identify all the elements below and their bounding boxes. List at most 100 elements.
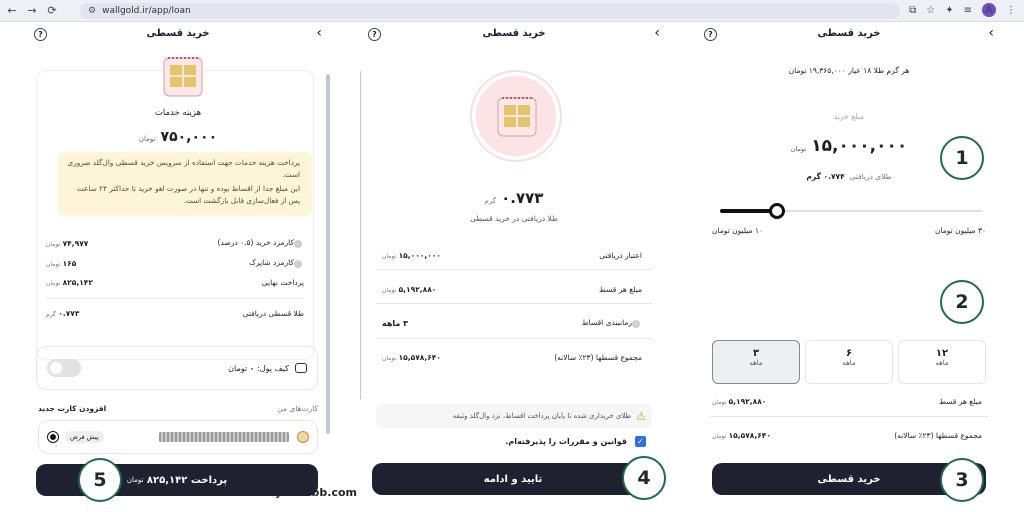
chevron-right-icon[interactable]: ‹ [316,25,322,41]
browser-toolbar: ← → ⟳ ⚙ wallgold.ir/app/loan ⧉ ☆ ✦ ≡ A ⋮ [0,0,1024,22]
add-card-link[interactable]: افزودن کارت جدید [38,404,106,413]
summary-row-value: ۳ ماهه [382,318,409,328]
confirm-button[interactable]: تایید و ادامه [372,463,654,495]
card-radio[interactable] [47,431,59,443]
chevron-right-icon[interactable]: ‹ [654,25,660,41]
warning-icon: ⚠ [636,409,646,423]
step-marker-5: 5 [78,458,122,502]
divider [376,338,652,339]
page-title: خرید قسطی [817,28,881,39]
fee-row-unit: تومان [46,260,61,268]
screen-header: ? خرید قسطی ‹ [360,25,668,48]
scrollbar[interactable] [360,70,361,400]
page-title: خرید قسطی [482,28,546,39]
divider [46,298,304,299]
install-icon[interactable]: ⧉ [909,5,916,16]
profile-avatar[interactable]: A [982,3,996,17]
summary-row-label: مبلغ هر قسط [598,284,642,294]
total-unit: تومان [712,432,727,440]
total-row: مجموع قسطها (۲۳٪ سالانه) ۱۵,۵۷۸,۶۴۰ توما… [702,428,992,442]
purchase-amount-unit: تومان [790,145,807,153]
plan-unit: ماهه [842,359,856,367]
total-value: ۱۵,۵۷۸,۶۴۰ [728,430,771,440]
purchase-amount-value: ۱۵,۰۰۰,۰۰۰ [811,136,908,156]
fee-row-unit: تومان [46,240,61,248]
total-label: مجموع قسطها (۲۳٪ سالانه) [894,430,982,440]
cards-header: کارت‌های من افزودن کارت جدید [38,404,318,413]
fee-row-purchase: iکارمزد خرید (۰.۵ درصد) ۷۴,۹۷۷ تومان [36,236,314,250]
notice-line-1: پرداخت هزینه خدمات جهت استفاده از سرویس … [67,158,301,179]
watermark-logo: RC [297,471,319,487]
plan-option-3[interactable]: ۳ ماهه [712,340,800,384]
help-icon[interactable]: ? [368,28,381,41]
menu-icon[interactable]: ⋮ [1006,5,1016,16]
summary-row-unit: تومان [382,286,397,294]
terms-label[interactable]: قوانین و مقررات را پذیرفته‌ام. [505,437,627,446]
fee-row-label: پرداخت نهایی [261,277,304,287]
plan-option-12[interactable]: ۱۲ ماهه [898,340,986,384]
divider [710,416,988,417]
summary-row-total: مجموع قسطها (۲۳٪ سالانه) ۱۵,۵۷۸,۶۴۰ توما… [372,350,652,364]
fee-row-unit: تومان [46,279,61,287]
gold-received-label: طلا قسطی دریافتی [242,308,304,318]
address-bar[interactable]: ⚙ wallgold.ir/app/loan [80,3,900,19]
slider-fill [720,209,775,213]
gold-received-row: طلا قسطی دریافتی ۰.۷۷۳ گرم [36,306,314,320]
extensions-icon[interactable]: ✦ [945,5,953,16]
fee-row-label: کارمزد شاپرک [249,258,294,267]
notice-line-2: این مبلغ جدا از اقساط بوده و تنها در صور… [76,184,300,205]
help-icon[interactable]: ? [704,28,717,41]
summary-row-credit: اعتبار دریافتی ۱۵,۰۰۰,۰۰۰ تومان [372,248,652,262]
fee-row-value: ۸۲۵,۱۴۲ [62,277,93,287]
gold-notebook-icon [163,57,203,97]
terms-checkbox[interactable]: ✓ [635,436,646,447]
plan-option-6[interactable]: ۶ ماهه [805,340,893,384]
cards-label: کارت‌های من [277,404,318,413]
slider-handle[interactable] [769,203,785,219]
back-arrow-icon[interactable]: ← [4,3,20,19]
step-marker-4: 4 [622,456,666,500]
amount-slider[interactable] [720,203,982,219]
info-icon[interactable]: i [632,320,640,328]
step-marker-3: 3 [940,458,984,502]
slider-min-label: ۱۰ میلیون تومان [712,226,764,235]
summary-row-value: ۱۵,۰۰۰,۰۰۰ [398,250,441,260]
screen-header: ? خرید قسطی ‹ [26,25,330,48]
media-icon[interactable]: ≡ [964,5,972,16]
info-icon[interactable]: i [294,260,302,268]
fee-row-value: ۷۴,۹۷۷ [62,238,89,248]
pay-button-unit: تومان [126,476,144,484]
fee-row-value: ۱۶۵ [62,258,77,268]
bank-logo-icon [297,431,309,443]
card-item[interactable]: پیش فرض [38,420,318,454]
plan-unit: ماهه [749,359,763,367]
reload-icon[interactable]: ⟳ [44,3,60,19]
summary-row-schedule: iزمانبندی اقساط ۳ ماهه [372,316,652,330]
step-marker-2: 2 [940,280,984,324]
screen-header: ? خرید قسطی ‹ [696,25,1002,48]
toggle-knob [50,362,62,374]
confirm-screen: ? خرید قسطی ‹ ۰.۷۷۳ گرم طلا دریافتی در خ… [360,22,668,512]
warning-text: طلای خریداری شده تا پایان پرداخت اقساط، … [452,412,632,420]
summary-row-label: زمانبندی اقساط [581,318,632,327]
gold-caption: طلا دریافتی در خرید قسطی [470,214,558,223]
forward-arrow-icon[interactable]: → [24,3,40,19]
wallet-toggle[interactable] [47,359,81,377]
gold-amount-value: ۰.۷۷۳ [501,189,544,207]
bookmark-star-icon[interactable]: ☆ [926,5,935,16]
plan-months: ۳ [752,348,760,359]
gold-price-per-gram: هر گرم طلا ۱۸ عیار ۱۹,۳۶۵,۰۰۰ تومان [788,66,910,75]
service-fee-unit: تومان [138,135,156,143]
purchase-amount-label: مبلغ خرید [834,112,864,121]
radio-dot [50,434,56,440]
site-settings-icon[interactable]: ⚙ [88,6,96,16]
divider [376,269,652,270]
wallet-value: ۰ [249,363,255,373]
summary-row-unit: تومان [382,252,397,260]
service-fee: ۷۵۰,۰۰۰ تومان [26,126,330,145]
info-icon[interactable]: i [294,240,302,248]
wallet-label: کیف پول: [257,363,289,373]
chevron-right-icon[interactable]: ‹ [988,25,994,41]
service-fee-label: هزینه خدمات [154,108,202,118]
help-icon[interactable]: ? [34,28,47,41]
